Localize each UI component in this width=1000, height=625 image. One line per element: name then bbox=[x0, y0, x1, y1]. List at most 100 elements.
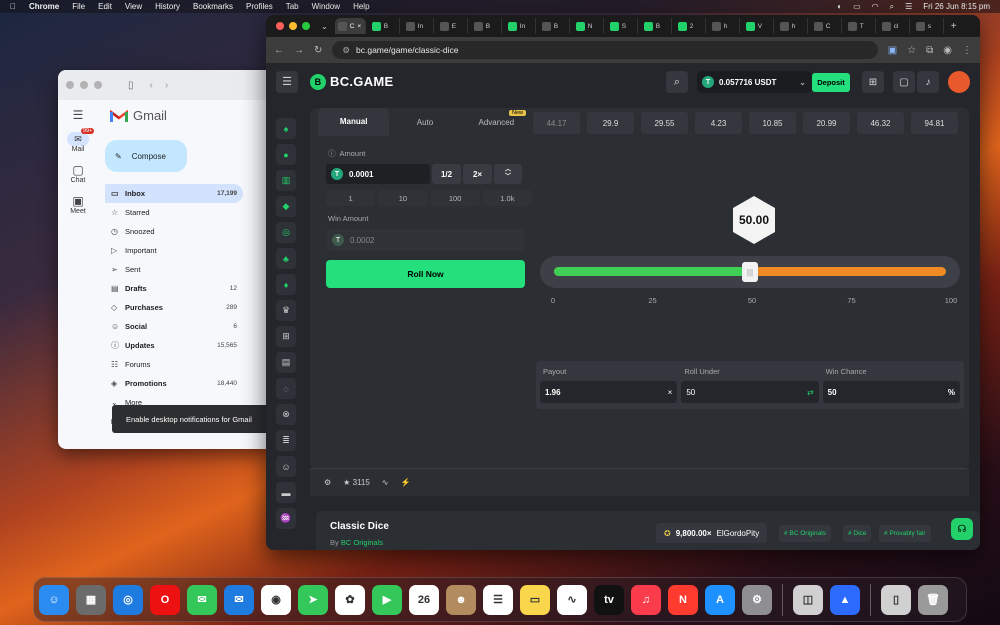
reload-icon[interactable]: ↻ bbox=[314, 45, 322, 56]
provider-link[interactable]: BC Originals bbox=[341, 538, 383, 547]
quick-amount-1[interactable]: 1 bbox=[326, 190, 376, 206]
tab-7[interactable]: N bbox=[573, 18, 604, 34]
dock-maps[interactable]: ➤ bbox=[298, 584, 328, 615]
dock-messages[interactable]: ✉ bbox=[187, 584, 217, 615]
amount-input[interactable]: T 0.0001 bbox=[326, 164, 430, 184]
clock[interactable]: Fri 26 Jun 8:15 pm bbox=[923, 2, 990, 11]
stats-icon[interactable]: ∿ bbox=[382, 478, 389, 487]
sidebar-item-social[interactable]: ☺ Social 6 bbox=[105, 317, 243, 336]
bookmark-star-icon[interactable]: ☆ bbox=[907, 45, 916, 56]
forward-icon[interactable]: → bbox=[294, 45, 304, 56]
back-icon[interactable]: ‹ bbox=[150, 80, 153, 91]
dock-chrome[interactable]: ◉ bbox=[261, 584, 291, 615]
dock-trash[interactable]: 🗑 bbox=[918, 584, 948, 615]
profile-icon[interactable]: ◉ bbox=[943, 45, 952, 56]
tab-close-icon[interactable]: × bbox=[357, 23, 361, 30]
bc-logo[interactable]: B BC.GAME bbox=[310, 73, 394, 90]
menu-profiles[interactable]: Profiles bbox=[246, 2, 273, 11]
dock-photos[interactable]: ✿ bbox=[335, 584, 365, 615]
search-icon[interactable]: ⌕ bbox=[890, 2, 894, 12]
tab-search-icon[interactable]: ⌄ bbox=[321, 22, 328, 31]
dock-finder[interactable]: ☺ bbox=[39, 584, 69, 615]
dock-freeform[interactable]: ∿ bbox=[557, 584, 587, 615]
slider-thumb[interactable]: ||| bbox=[742, 262, 758, 282]
rail-mail[interactable]: ✉ 99+ Mail bbox=[67, 128, 95, 153]
dock-music[interactable]: ♫ bbox=[631, 584, 661, 615]
top-winner[interactable]: ✪ 9,800.00× ElGordoPity bbox=[656, 523, 768, 543]
tab-16[interactable]: cl bbox=[879, 18, 910, 34]
quick-amount-10[interactable]: 10 bbox=[378, 190, 428, 206]
payout-input[interactable]: 1.96 × bbox=[540, 381, 678, 403]
zoom-button[interactable] bbox=[302, 22, 310, 30]
blog-icon[interactable]: ▤ bbox=[276, 352, 296, 373]
bell-icon[interactable]: ♪ bbox=[917, 71, 939, 93]
tab-17[interactable]: s bbox=[913, 18, 944, 34]
zoom-dot[interactable] bbox=[94, 81, 102, 89]
sidebar-item-forums[interactable]: ☷ Forums bbox=[105, 355, 243, 374]
community-icon[interactable]: ☺ bbox=[276, 456, 296, 477]
racing-icon[interactable]: ◎ bbox=[276, 222, 296, 243]
menu-bookmarks[interactable]: Bookmarks bbox=[193, 2, 233, 11]
dock-launchpad[interactable]: ▦ bbox=[76, 584, 106, 615]
quick-amount-100[interactable]: 100 bbox=[430, 190, 480, 206]
vip-icon[interactable]: ♛ bbox=[276, 300, 296, 321]
rail-meet[interactable]: ▣ Meet bbox=[70, 194, 86, 215]
close-dot[interactable] bbox=[66, 81, 74, 89]
tab-8[interactable]: S bbox=[607, 18, 638, 34]
app-menu[interactable]: Chrome bbox=[29, 2, 59, 11]
menu-window[interactable]: Window bbox=[312, 2, 340, 11]
language-icon[interactable]: ♒ bbox=[276, 508, 296, 529]
menu-help[interactable]: Help bbox=[353, 2, 369, 11]
more-icon[interactable]: ⋮ bbox=[962, 45, 972, 56]
back-icon[interactable]: ← bbox=[274, 45, 284, 56]
lightning-icon[interactable]: ⚡ bbox=[400, 478, 410, 487]
sidebar-item-updates[interactable]: ⓘ Updates 15,565 bbox=[105, 336, 243, 355]
address-bar[interactable]: ⚙ bc.game/game/classic-dice bbox=[332, 41, 878, 59]
gmail-logo[interactable]: Gmail bbox=[110, 108, 167, 123]
dock-opera[interactable]: O bbox=[150, 584, 180, 615]
sidebar-item-important[interactable]: ▷ Important bbox=[105, 241, 243, 260]
tab-advanced[interactable]: Advanced New bbox=[461, 109, 532, 127]
roll-under-input[interactable]: 50 ⇄ bbox=[681, 381, 819, 403]
menu-icon[interactable]: ☰ bbox=[276, 70, 298, 93]
dock-preview[interactable]: ◫ bbox=[793, 584, 823, 615]
sidebar-item-inbox[interactable]: ▭ Inbox 17,199 bbox=[105, 184, 243, 203]
sidebar-item-starred[interactable]: ☆ Starred bbox=[105, 203, 243, 222]
tab-1[interactable]: B bbox=[369, 18, 400, 34]
support-icon[interactable]: ◌ bbox=[276, 378, 296, 399]
sidebar-item-purchases[interactable]: ◇ Purchases 289 bbox=[105, 298, 243, 317]
forum-icon[interactable]: ≣ bbox=[276, 430, 296, 451]
dock-26[interactable]: 26 bbox=[409, 584, 439, 615]
dock-news[interactable]: N bbox=[668, 584, 698, 615]
gift-icon[interactable]: ⊞ bbox=[862, 71, 884, 93]
sidebar-item-snoozed[interactable]: ◷ Snoozed bbox=[105, 222, 243, 241]
notification-toast[interactable]: Enable desktop notifications for Gmail bbox=[112, 405, 274, 433]
balance-selector[interactable]: T 0.057716 USDT ⌄ bbox=[697, 71, 812, 93]
minimize-button[interactable] bbox=[289, 22, 297, 30]
favorite-button[interactable]: ★ 3115 bbox=[343, 478, 370, 487]
tab-15[interactable]: T bbox=[845, 18, 876, 34]
hamburger-icon[interactable]: ☰ bbox=[73, 108, 84, 122]
sidebar-item-drafts[interactable]: ▤ Drafts 12 bbox=[105, 279, 243, 298]
forward-icon[interactable]: › bbox=[165, 80, 168, 91]
crypto-icon[interactable]: ♦ bbox=[276, 274, 296, 295]
cast-icon[interactable]: ▣ bbox=[888, 45, 897, 56]
control-center-icon[interactable]: ☰ bbox=[905, 2, 912, 11]
avatar[interactable] bbox=[948, 71, 970, 93]
tab-10[interactable]: 2 bbox=[675, 18, 706, 34]
tab-13[interactable]: h bbox=[777, 18, 808, 34]
menu-view[interactable]: View bbox=[125, 2, 142, 11]
affiliate-icon[interactable]: ⊗ bbox=[276, 404, 296, 425]
amount-stepper[interactable]: ︿ ﹀ bbox=[494, 164, 522, 184]
close-button[interactable] bbox=[276, 22, 284, 30]
menu-tab[interactable]: Tab bbox=[286, 2, 299, 11]
tab-manual[interactable]: Manual bbox=[318, 108, 390, 136]
wifi-icon[interactable]: ◠ bbox=[872, 2, 879, 11]
tab-12[interactable]: V bbox=[743, 18, 774, 34]
dock-facetime[interactable]: ▶ bbox=[372, 584, 402, 615]
tab-6[interactable]: B bbox=[539, 18, 570, 34]
dock-nordvpn[interactable]: ▲ bbox=[830, 584, 860, 615]
minimize-dot[interactable] bbox=[80, 81, 88, 89]
menu-edit[interactable]: Edit bbox=[98, 2, 112, 11]
dock-files[interactable]: ▯ bbox=[881, 584, 911, 615]
